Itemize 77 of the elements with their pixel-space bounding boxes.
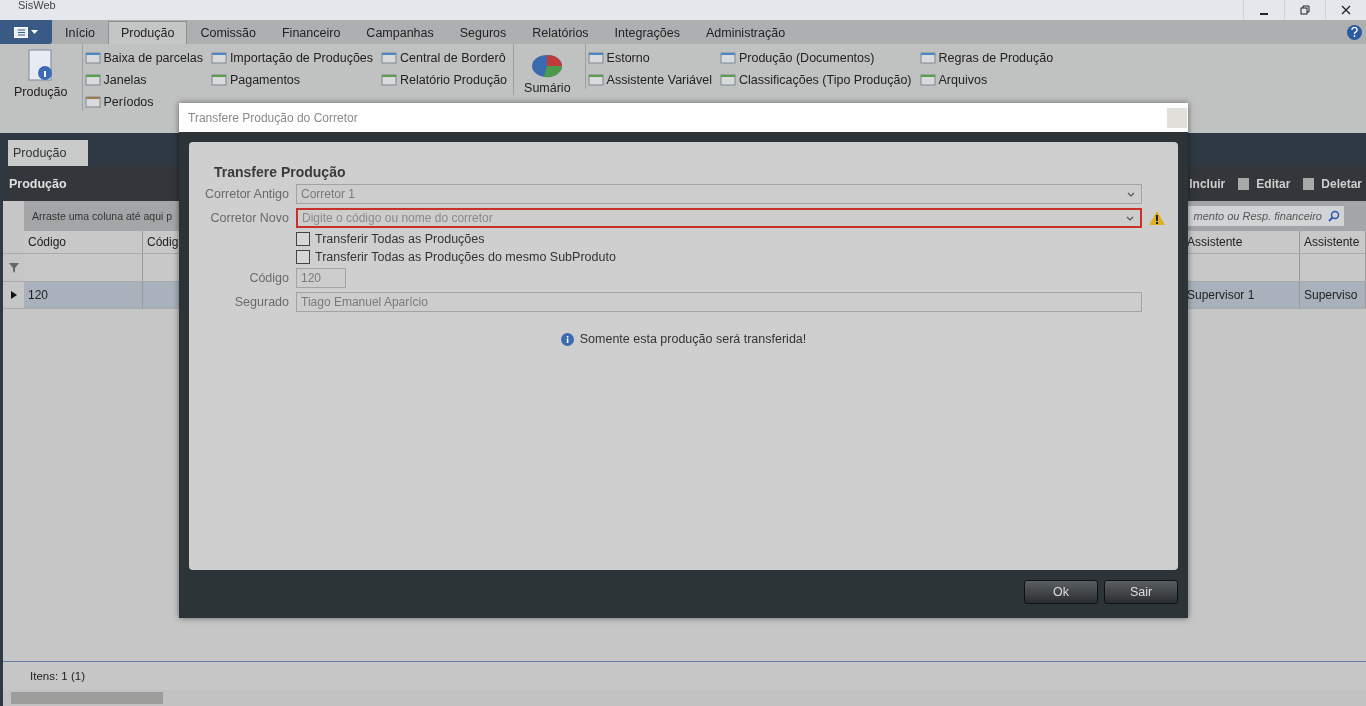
checkbox[interactable] xyxy=(296,232,310,246)
column-header[interactable]: Código xyxy=(24,231,143,253)
ribbon-item[interactable]: Janelas xyxy=(84,71,203,89)
chevron-down-icon[interactable] xyxy=(1127,191,1135,197)
item-count: Itens: 1 (1) xyxy=(30,670,85,682)
chevron-down-icon[interactable] xyxy=(1126,215,1134,221)
toolbar-button[interactable]: Incluir xyxy=(1189,176,1226,191)
menu-tab[interactable]: Integrações xyxy=(601,21,693,44)
ribbon-button[interactable]: Sumário xyxy=(516,49,579,95)
ribbon-item[interactable]: Produção (Documentos) xyxy=(719,49,912,67)
ribbon-item[interactable]: Assistente Variável xyxy=(587,71,712,89)
table-cell: 120 xyxy=(24,282,143,308)
panel-title: Produção xyxy=(9,176,67,191)
menu-tab[interactable]: Financeiro xyxy=(269,21,354,44)
list-icon xyxy=(381,51,398,65)
checkbox-label[interactable]: Transferir Todas as Produções do mesmo SubProduto xyxy=(296,250,1142,264)
group-hint: Arraste uma coluna até aqui p xyxy=(32,210,173,222)
dialog-title: Transfere Produção do Corretor xyxy=(188,110,358,125)
document-tab[interactable]: Produção xyxy=(8,140,88,166)
minimize-icon xyxy=(1260,13,1268,15)
list-icon xyxy=(84,51,101,65)
field-label: Código xyxy=(248,271,289,285)
list-icon xyxy=(587,73,604,87)
ribbon-item[interactable]: Pagamentos xyxy=(210,71,374,89)
checkbox[interactable] xyxy=(296,250,310,264)
ribbon-item[interactable]: Central de Borderô xyxy=(381,49,508,67)
field-label: Corretor Novo xyxy=(209,211,289,225)
list-icon xyxy=(719,51,736,65)
list-icon xyxy=(210,51,227,65)
toolbar-button[interactable]: Deletar xyxy=(1302,176,1362,191)
list-icon xyxy=(587,51,604,65)
table-cell: Superviso xyxy=(1300,282,1366,308)
ribbon-item[interactable]: Importação de Produções xyxy=(210,49,374,67)
ribbon-item[interactable]: Estorno xyxy=(587,49,712,67)
ribbon-item[interactable]: Arquivos xyxy=(919,71,1054,89)
restore-icon xyxy=(1300,5,1310,15)
toolbar-button[interactable]: Editar xyxy=(1237,176,1291,191)
help-icon[interactable] xyxy=(1347,24,1362,40)
field-label: Corretor Antigo xyxy=(203,187,289,201)
info-message: Somente esta produção será transferida! xyxy=(579,332,807,346)
caret-icon xyxy=(31,30,38,34)
warning-icon xyxy=(1149,211,1165,225)
menu-tab[interactable]: Administração xyxy=(692,21,799,44)
dialog-button[interactable]: Ok xyxy=(1024,580,1098,604)
menu-tab[interactable]: Seguros xyxy=(446,21,520,44)
list-icon xyxy=(84,73,101,87)
list-icon xyxy=(719,73,736,87)
row-pointer-icon xyxy=(10,291,17,299)
ribbon-item[interactable]: Baixa de parcelas xyxy=(84,49,203,67)
close-icon xyxy=(1341,5,1351,15)
menu-tab[interactable]: Produção xyxy=(107,21,188,44)
list-icon xyxy=(919,73,936,87)
list-icon xyxy=(210,73,227,87)
ribbon-item[interactable]: Classificações (Tipo Produção) xyxy=(719,71,912,89)
window-title: SisWeb xyxy=(18,0,56,11)
info-icon xyxy=(560,332,574,346)
menu-tab[interactable]: Comissão xyxy=(187,21,269,44)
scrollbar-thumb[interactable] xyxy=(11,692,163,704)
ribbon-item[interactable]: Regras de Produção xyxy=(919,49,1054,67)
search-icon[interactable] xyxy=(1328,210,1340,222)
list-icon xyxy=(84,95,101,109)
checkbox-label[interactable]: Transferir Todas as Produções xyxy=(296,232,1142,246)
column-header[interactable]: Assistente xyxy=(1300,231,1366,253)
ribbon-button[interactable]: Produção xyxy=(6,49,76,99)
app-menu-button[interactable] xyxy=(0,20,52,44)
form-heading: Transfere Produção xyxy=(214,164,347,180)
ribbon-item[interactable]: Períodos xyxy=(84,93,203,111)
menu-tab[interactable]: Campanhas xyxy=(353,21,447,44)
ribbon-item[interactable]: Relatório Produção xyxy=(381,71,508,89)
dialog-button[interactable]: Sair xyxy=(1104,580,1178,604)
menu-tab[interactable]: Início xyxy=(52,21,108,44)
field-label: Segurado xyxy=(233,295,289,309)
list-icon xyxy=(381,73,398,87)
window-icon xyxy=(14,26,28,38)
list-icon xyxy=(919,51,936,65)
filter-icon[interactable] xyxy=(8,262,19,273)
menu-tab[interactable]: Relatórios xyxy=(519,21,602,44)
